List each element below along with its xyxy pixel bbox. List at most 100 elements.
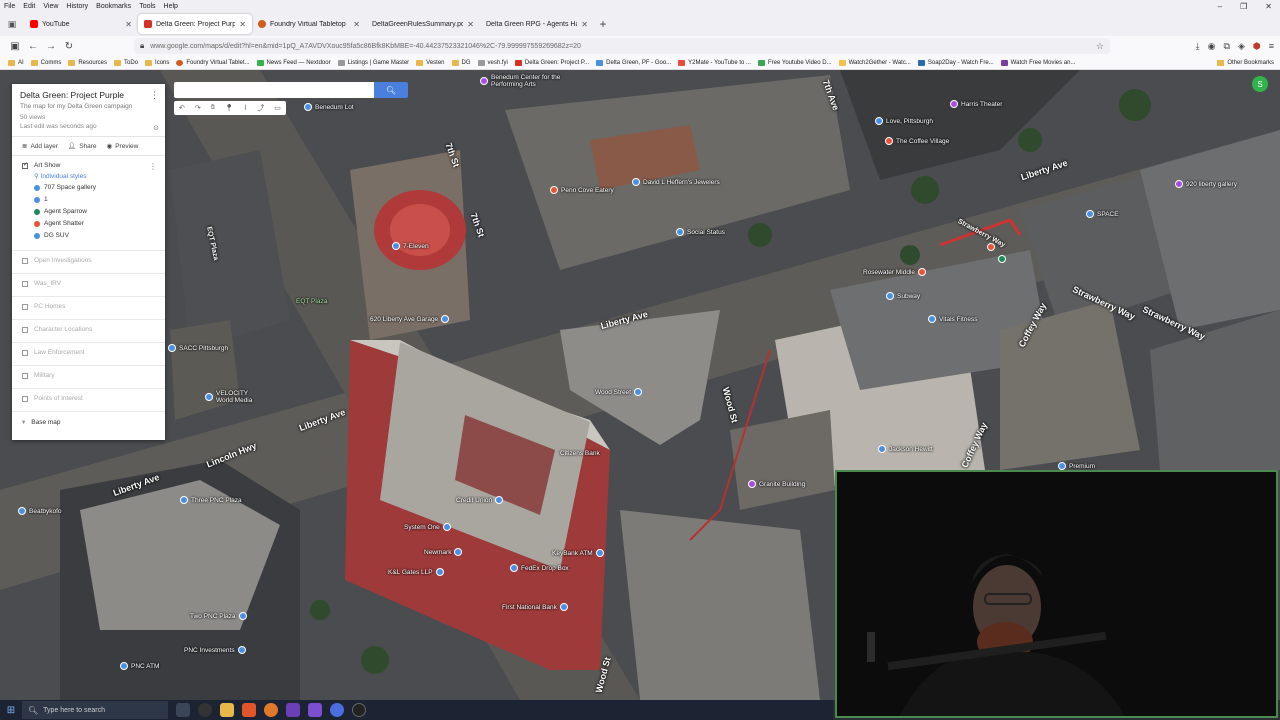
bookmark-item[interactable]: Delta Green: Project P... — [514, 59, 589, 66]
preview-button[interactable]: ◉ Preview — [107, 142, 139, 151]
menu-view[interactable]: View — [43, 3, 58, 10]
poi-marker[interactable]: Penn Cove Eatery — [550, 186, 614, 194]
poi-marker[interactable]: Subway — [886, 292, 920, 300]
extensions-icon[interactable]: ⧉ — [1224, 41, 1230, 52]
close-tab-icon[interactable]: ✕ — [467, 20, 474, 29]
feature-item[interactable]: Agent Shatter — [34, 220, 155, 227]
poi-marker[interactable]: SACC Pittsburgh — [168, 344, 228, 352]
other-bookmarks[interactable]: Other Bookmarks — [1217, 56, 1274, 69]
bookmark-item[interactable]: Free Youtube Video D... — [758, 59, 832, 66]
restore-icon[interactable]: ❐ — [1240, 2, 1247, 11]
poi-marker[interactable]: Jackson Hewitt — [878, 445, 933, 453]
layer-checkbox[interactable] — [22, 349, 28, 356]
more-options-icon[interactable]: ⋮ — [150, 90, 159, 101]
minimize-icon[interactable]: – — [1218, 2, 1222, 11]
base-map-item[interactable]: ▾ Base map — [12, 412, 165, 435]
poi-marker[interactable]: Citizens Bank — [560, 450, 600, 457]
tab-delta-green-map[interactable]: Delta Green: Project Purple - Go ✕ — [138, 14, 252, 34]
bookmark-item[interactable]: Resources — [68, 59, 107, 66]
agent-shatter-marker[interactable] — [987, 243, 995, 251]
bookmark-item[interactable]: Foundry Virtual Tablet... — [176, 59, 250, 66]
lock-icon[interactable]: 🔒︎ — [140, 41, 144, 51]
firefox-dev-icon[interactable] — [330, 703, 344, 717]
poi-marker[interactable]: Three PNC Plaza — [180, 496, 242, 504]
app-purple-icon[interactable] — [286, 703, 300, 717]
bookmark-item[interactable]: Comms — [30, 59, 61, 66]
share-button[interactable]: 👤︎ Share — [68, 142, 97, 151]
layer-style-link[interactable]: ⚲ Individual styles — [34, 172, 155, 180]
app-menu-icon[interactable]: ≡ — [1269, 41, 1274, 51]
menu-bookmarks[interactable]: Bookmarks — [96, 3, 131, 10]
bookmark-item[interactable]: Soap2Day - Watch Fre... — [917, 59, 994, 66]
poi-marker[interactable]: 620 Liberty Ave Garage — [370, 315, 452, 323]
obs-icon[interactable] — [198, 703, 212, 717]
account-avatar-icon[interactable]: S — [1252, 76, 1268, 92]
undo-icon[interactable]: ↶ — [179, 104, 185, 112]
bookmark-item[interactable]: Listings | Game Master — [337, 59, 409, 66]
task-view-icon[interactable] — [176, 703, 190, 717]
close-tab-icon[interactable]: ✕ — [353, 20, 360, 29]
ruler-icon[interactable]: ▭ — [274, 104, 281, 112]
tab-rules-summary[interactable]: DeltaGreenRulesSummary.pdf ✕ — [366, 14, 480, 34]
layer-name[interactable]: PC Homes — [34, 303, 65, 310]
poi-marker[interactable]: VELOCITY World Media — [205, 390, 262, 404]
feature-item[interactable]: DG SUV — [34, 232, 155, 239]
layer-checkbox[interactable] — [22, 280, 28, 287]
map-search-input[interactable] — [174, 82, 374, 98]
bookmark-item[interactable]: vesh.fyi — [477, 59, 508, 66]
layer-name[interactable]: Character Locations — [34, 326, 92, 333]
tab-agents-handbook[interactable]: Delta Green RPG - Agents Handbo ✕ — [480, 14, 594, 34]
bookmark-item[interactable]: Watch Free Movies an... — [1000, 59, 1075, 66]
forward-icon[interactable]: → — [42, 41, 60, 52]
bookmark-item[interactable]: Delta Green, PF - Goo... — [596, 59, 671, 66]
layer-name[interactable]: Military — [34, 372, 55, 379]
obs-studio-icon[interactable] — [352, 703, 366, 717]
poi-marker[interactable]: KeyBank ATM — [552, 549, 607, 557]
poi-marker[interactable]: Premium — [1058, 462, 1095, 470]
tab-foundry[interactable]: Foundry Virtual Tabletop ✕ — [252, 14, 366, 34]
tab-youtube[interactable]: YouTube ✕ — [24, 14, 138, 34]
layer-checkbox[interactable] — [22, 395, 28, 402]
poi-marker[interactable]: Wood Street — [595, 388, 645, 396]
menu-edit[interactable]: Edit — [23, 3, 35, 10]
poi-marker[interactable]: 920 liberty gallery — [1175, 180, 1237, 188]
close-tab-icon[interactable]: ✕ — [581, 20, 588, 29]
layer-name[interactable]: Law Enforcement — [34, 349, 85, 356]
address-bar[interactable]: 🔒︎ www.google.com/maps/d/edit?hl=en&mid=… — [134, 38, 1110, 54]
layer-options-icon[interactable]: ⋮ — [149, 162, 157, 171]
layer-name[interactable]: Was_IRV — [34, 280, 61, 287]
close-icon[interactable]: ✕ — [1265, 2, 1272, 11]
bookmark-item[interactable]: DG — [451, 59, 471, 66]
close-tab-icon[interactable]: ✕ — [239, 20, 246, 29]
poi-marker[interactable]: Beatbykofo — [18, 507, 62, 515]
poi-marker[interactable]: Credit Union — [456, 496, 506, 504]
poi-marker[interactable]: FedEx Drop Box — [510, 564, 569, 572]
hand-icon[interactable]: ✋︎ — [211, 104, 215, 112]
redo-icon[interactable]: ↷ — [195, 104, 201, 112]
agent-sparrow-marker[interactable] — [998, 255, 1006, 263]
layer-checkbox[interactable] — [22, 326, 28, 333]
poi-marker[interactable]: Vitals Fitness — [928, 315, 978, 323]
poi-marker[interactable]: Rosewater Middle — [863, 268, 929, 276]
share-settings-icon[interactable]: ⊙ — [153, 124, 159, 132]
poi-marker[interactable]: K&L Gates LLP — [388, 568, 447, 576]
poi-marker[interactable]: PNC ATM — [120, 662, 159, 670]
taskbar-search[interactable]: 🔍︎ Type here to search — [22, 701, 168, 719]
add-layer-button[interactable]: ≣ Add layer — [22, 142, 58, 151]
firefox-icon[interactable] — [264, 703, 278, 717]
poi-marker[interactable]: Harris Theater — [950, 100, 1002, 108]
back-icon[interactable]: ← — [24, 41, 42, 52]
poi-marker[interactable]: System One — [404, 523, 454, 531]
layer-name[interactable]: Points of Interest — [34, 395, 83, 402]
bookmark-star-icon[interactable]: ☆ — [1096, 41, 1104, 52]
add-marker-icon[interactable]: 📍︎ — [225, 104, 234, 112]
layer-checkbox[interactable] — [22, 161, 28, 169]
draw-line-icon[interactable]: ⌇ — [244, 104, 247, 112]
layer-name[interactable]: Open Investigations — [34, 257, 91, 264]
layer-checkbox[interactable] — [22, 303, 28, 310]
poi-marker[interactable]: First National Bank — [502, 603, 571, 611]
layer-checkbox[interactable] — [22, 372, 28, 379]
menu-help[interactable]: Help — [164, 3, 178, 10]
adblock-icon[interactable]: ⬢ — [1253, 41, 1261, 52]
poi-marker[interactable]: Love, Pittsburgh — [875, 117, 933, 125]
